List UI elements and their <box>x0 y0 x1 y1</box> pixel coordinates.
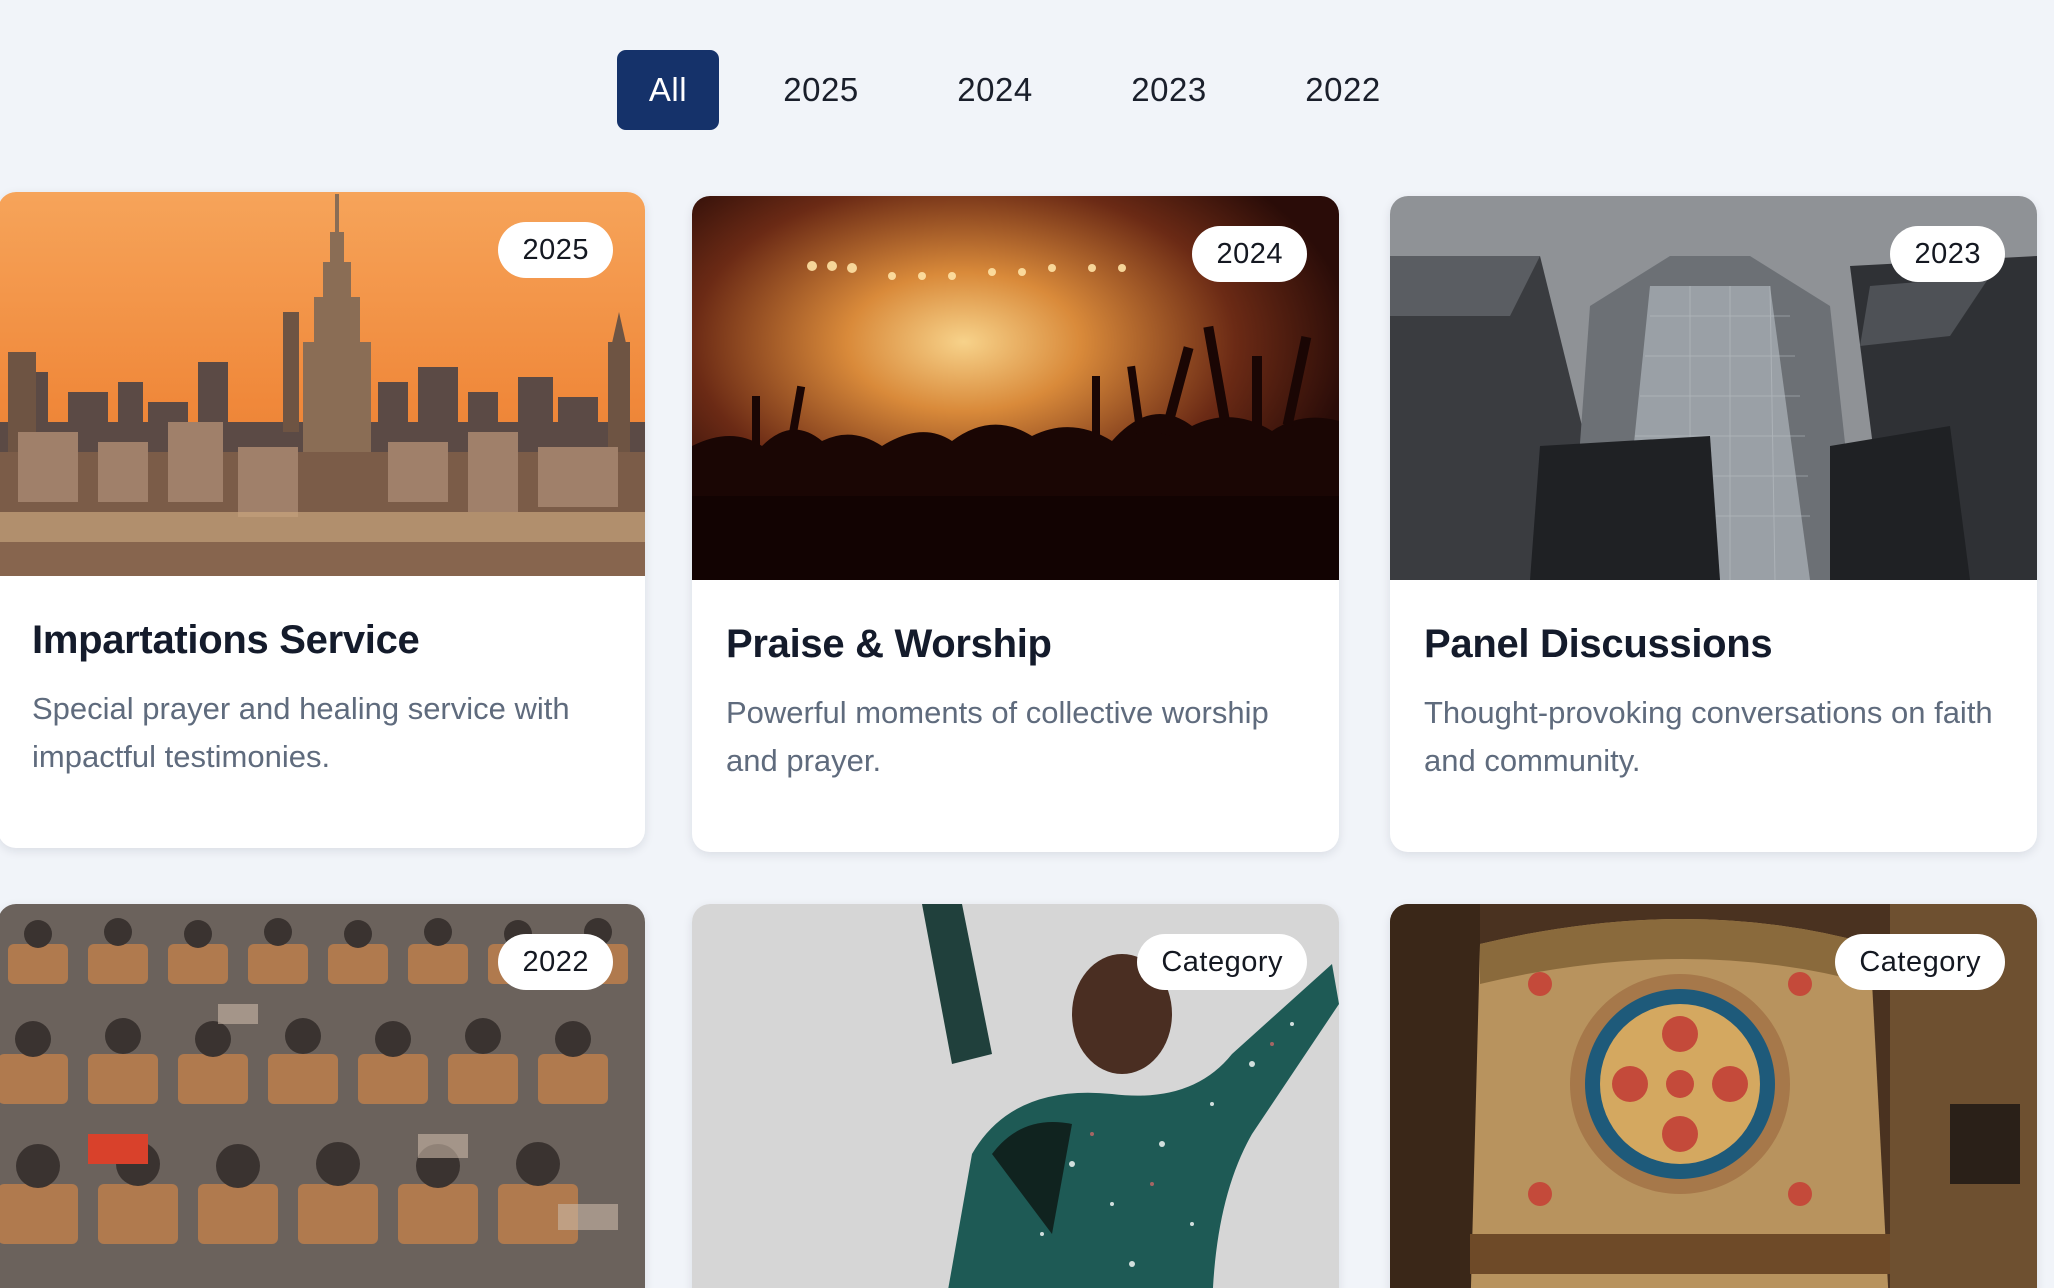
card-description: Thought-provoking conversations on faith… <box>1424 695 1993 778</box>
filter-2024-button[interactable]: 2024 <box>923 50 1067 130</box>
filter-2025-button[interactable]: 2025 <box>749 50 893 130</box>
card-description: Special prayer and healing service with … <box>32 691 570 774</box>
event-card[interactable]: 2024 Praise & Worship Powerful moments o… <box>692 196 1339 852</box>
card-image: Category <box>692 904 1339 1288</box>
card-image: 2023 <box>1390 196 2037 580</box>
event-card[interactable]: 2022 <box>0 904 645 1288</box>
card-image: 2024 <box>692 196 1339 580</box>
page: All 2025 2024 2023 2022 2025 Impartation… <box>0 0 2054 1288</box>
year-badge: 2022 <box>498 934 613 990</box>
card-image: Category <box>1390 904 2037 1288</box>
year-badge: 2023 <box>1890 226 2005 282</box>
filter-all-button[interactable]: All <box>617 50 719 130</box>
event-card[interactable]: 2023 Panel Discussions Thought-provoking… <box>1390 196 2037 852</box>
card-body: Impartations Service Special prayer and … <box>0 576 645 847</box>
event-card[interactable]: Category <box>1390 904 2037 1288</box>
year-filter-bar: All 2025 2024 2023 2022 <box>617 50 1445 130</box>
card-description: Powerful moments of collective worship a… <box>726 695 1269 778</box>
card-image: 2025 <box>0 192 645 576</box>
card-title: Impartations Service <box>32 618 420 662</box>
category-badge: Category <box>1137 934 1307 990</box>
category-badge: Category <box>1835 934 2005 990</box>
event-card[interactable]: 2025 Impartations Service Special prayer… <box>0 192 645 848</box>
card-body: Panel Discussions Thought-provoking conv… <box>1390 580 2037 851</box>
event-card[interactable]: Category <box>692 904 1339 1288</box>
card-image: 2022 <box>0 904 645 1288</box>
year-badge: 2025 <box>498 222 613 278</box>
card-title: Panel Discussions <box>1424 622 1773 666</box>
filter-2022-button[interactable]: 2022 <box>1271 50 1415 130</box>
card-body: Praise & Worship Powerful moments of col… <box>692 580 1339 851</box>
filter-2023-button[interactable]: 2023 <box>1097 50 1241 130</box>
year-badge: 2024 <box>1192 226 1307 282</box>
card-title: Praise & Worship <box>726 622 1052 666</box>
